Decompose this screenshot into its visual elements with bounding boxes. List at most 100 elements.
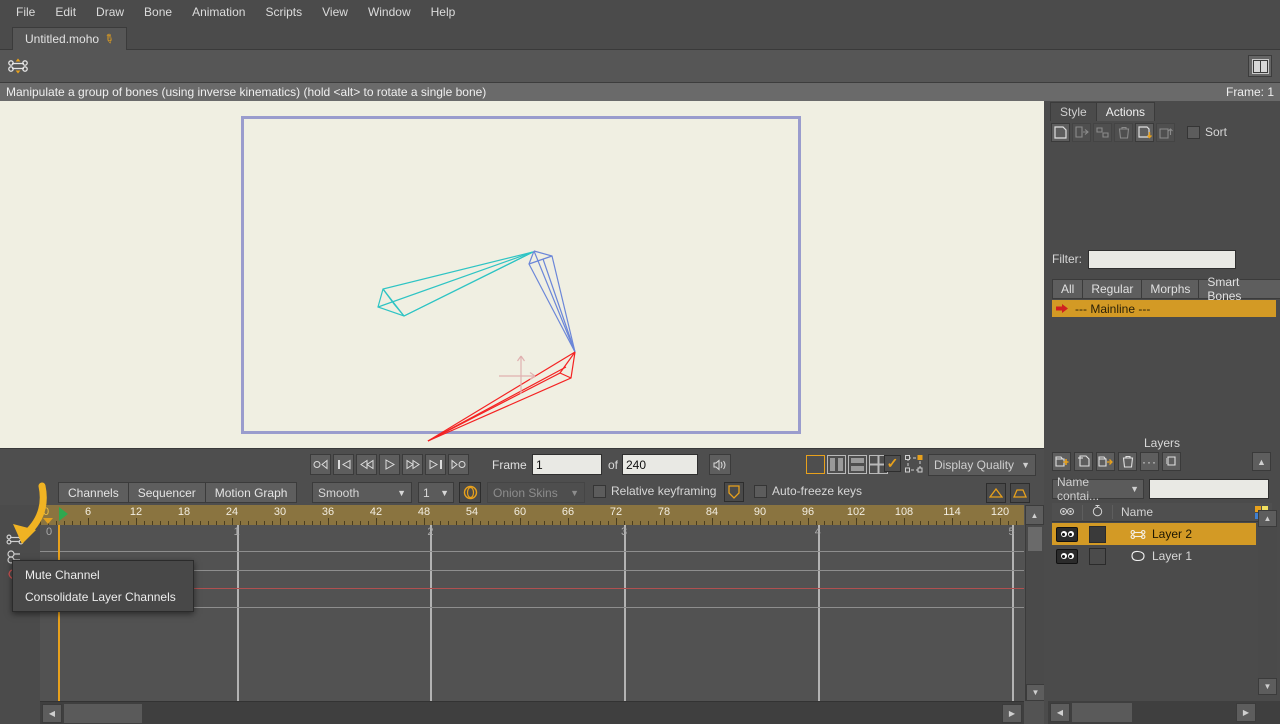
trash-icon[interactable] [1114, 122, 1133, 142]
layer-visibility-toggle[interactable] [1052, 548, 1082, 564]
bone-manipulate-icon[interactable] [6, 55, 30, 77]
scrollbar-thumb[interactable] [1072, 703, 1132, 722]
viewport-toggle-checkbox[interactable]: ✓ [884, 455, 901, 472]
view-mode-two-column[interactable] [827, 455, 846, 474]
ellipsis-icon[interactable]: ··· [1140, 452, 1159, 471]
auto-freeze-keys-checkbox[interactable] [754, 484, 767, 498]
context-menu-item-consolidate-layer-channels[interactable]: Consolidate Layer Channels [13, 586, 193, 608]
sort-row[interactable]: Sort [1187, 125, 1227, 139]
filter-input[interactable] [1088, 249, 1236, 269]
tab-sequencer[interactable]: Sequencer [127, 482, 206, 503]
panels-icon[interactable] [1248, 55, 1272, 77]
jump-to-start-button[interactable] [310, 454, 331, 475]
action-link-icon[interactable] [1093, 122, 1112, 142]
category-regular[interactable]: Regular [1082, 279, 1143, 299]
speaker-icon[interactable] [709, 454, 731, 475]
action-item-mainline[interactable]: --- Mainline --- [1052, 300, 1276, 317]
timeline-grid[interactable]: 012345 [40, 525, 1024, 701]
play-button[interactable] [379, 454, 400, 475]
timeline-vertical-scrollbar[interactable]: ▼ [1025, 525, 1045, 701]
layer-visibility-toggle[interactable] [1052, 526, 1082, 542]
timeline-horizontal-scrollbar[interactable]: ◀ ▶ [40, 701, 1024, 724]
menu-item-window[interactable]: Window [358, 2, 421, 22]
relative-keyframing-checkbox[interactable] [593, 484, 606, 498]
action-insert-icon[interactable] [1135, 122, 1154, 142]
tab-actions[interactable]: Actions [1095, 102, 1156, 121]
menu-item-draw[interactable]: Draw [86, 2, 134, 22]
actions-list[interactable] [1052, 317, 1276, 437]
layer-name-cell[interactable]: Layer 2 [1112, 527, 1256, 541]
previous-keyframe-button[interactable] [333, 454, 354, 475]
layers-search-input[interactable] [1149, 479, 1269, 499]
scroll-left-icon[interactable]: ◀ [1050, 703, 1070, 722]
scroll-down-icon[interactable]: ▼ [1026, 684, 1045, 701]
action-extract-icon[interactable] [1156, 122, 1175, 142]
view-mode-two-row[interactable] [848, 455, 867, 474]
scroll-down-icon[interactable]: ▼ [1258, 678, 1277, 695]
select-bbox-icon[interactable] [905, 455, 923, 473]
layer-name-cell[interactable]: Layer 1 [1112, 549, 1256, 563]
category-morphs[interactable]: Morphs [1141, 279, 1200, 299]
menu-item-animation[interactable]: Animation [182, 2, 255, 22]
document-tab[interactable]: Untitled.moho ✎ [12, 27, 128, 50]
total-frames-input[interactable] [622, 454, 698, 475]
scrollbar-thumb[interactable] [64, 704, 142, 723]
tab-channels[interactable]: Channels [58, 482, 129, 503]
new-layer-icon[interactable] [1052, 452, 1071, 471]
scroll-up-icon[interactable]: ▲ [1258, 510, 1277, 527]
menu-item-view[interactable]: View [312, 2, 358, 22]
channel-context-menu[interactable]: Mute Channel Consolidate Layer Channels [12, 560, 194, 612]
scroll-right-icon[interactable]: ▶ [1236, 703, 1256, 722]
layer-row-layer-2[interactable]: Layer 2 [1052, 523, 1256, 545]
group-layers-icon[interactable] [1162, 452, 1181, 471]
onion-skins-dropdown[interactable]: Onion Skins ▼ [487, 482, 585, 503]
menu-item-scripts[interactable]: Scripts [255, 2, 312, 22]
scroll-up-icon[interactable]: ▲ [1025, 505, 1044, 525]
layer-row-layer-1[interactable]: Layer 1 [1052, 545, 1256, 567]
timeline-ruler[interactable]: 0 6 12 18 24 30 36 42 48 54 60 66 72 78 84 90 96 102 108 11… [40, 505, 1024, 525]
viewport[interactable] [0, 101, 1044, 448]
scrollbar-thumb[interactable] [1028, 527, 1042, 551]
chevron-up-icon[interactable]: ▲ [1252, 452, 1271, 471]
menu-item-bone[interactable]: Bone [134, 2, 182, 22]
shield-icon[interactable] [724, 482, 744, 502]
view-mode-single[interactable] [806, 455, 825, 474]
fast-forward-button[interactable] [402, 454, 423, 475]
jump-to-end-button[interactable] [448, 454, 469, 475]
menu-item-help[interactable]: Help [421, 2, 466, 22]
relative-keyframing-row[interactable]: Relative keyframing [593, 484, 716, 498]
column-visibility-eye-icon[interactable] [1052, 505, 1082, 519]
category-smart-bones[interactable]: Smart Bones [1198, 275, 1280, 303]
trapezoid-icon[interactable] [1010, 483, 1030, 503]
trash-icon[interactable] [1118, 452, 1137, 471]
action-right-icon[interactable] [1072, 122, 1091, 142]
column-timing-icon[interactable] [1082, 504, 1112, 520]
scroll-left-icon[interactable]: ◀ [42, 704, 62, 723]
triangle-up-icon[interactable] [986, 483, 1006, 503]
next-keyframe-button[interactable] [425, 454, 446, 475]
display-quality-dropdown[interactable]: Display Quality ▼ [928, 454, 1036, 476]
category-all[interactable]: All [1052, 279, 1084, 299]
layer-color-swatch[interactable] [1082, 525, 1112, 543]
onion-ring-icon[interactable] [459, 482, 481, 503]
new-action-icon[interactable] [1051, 122, 1070, 142]
step-count-dropdown[interactable]: 1 ▼ [418, 482, 454, 503]
context-menu-item-mute-channel[interactable]: Mute Channel [13, 564, 193, 586]
tab-style[interactable]: Style [1050, 102, 1097, 121]
frame-input[interactable] [532, 454, 602, 475]
green-playhead-icon[interactable] [59, 507, 68, 521]
tab-motion-graph[interactable]: Motion Graph [204, 482, 298, 503]
interpolation-dropdown[interactable]: Smooth ▼ [312, 482, 412, 503]
layers-horizontal-scrollbar[interactable]: ◀ ▶ [1048, 701, 1280, 724]
rewind-button[interactable] [356, 454, 377, 475]
layer-color-swatch[interactable] [1082, 547, 1112, 565]
scroll-right-icon[interactable]: ▶ [1002, 704, 1022, 723]
menu-item-file[interactable]: File [6, 2, 45, 22]
sort-checkbox[interactable] [1187, 125, 1200, 139]
playhead-line[interactable] [58, 525, 60, 701]
layers-vertical-scrollbar[interactable]: ▲ ▼ [1258, 510, 1277, 695]
layers-search-mode-dropdown[interactable]: Name contai... ▼ [1052, 475, 1144, 503]
menu-item-edit[interactable]: Edit [45, 2, 86, 22]
duplicate-layer-icon[interactable] [1074, 452, 1093, 471]
layer-arrow-icon[interactable] [1096, 452, 1115, 471]
